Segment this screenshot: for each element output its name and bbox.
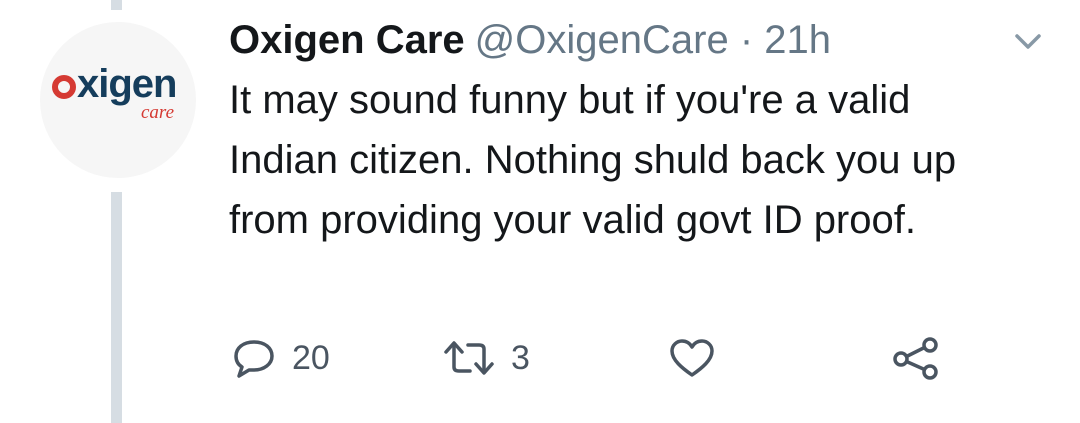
chevron-down-icon[interactable] [1010, 30, 1046, 54]
reply-icon [234, 340, 274, 378]
logo-o-ring [52, 75, 76, 99]
like-button[interactable] [668, 338, 716, 378]
logo-subtext: care [141, 102, 175, 123]
retweet-count: 3 [511, 338, 530, 377]
heart-icon [670, 339, 714, 377]
timestamp[interactable]: 21h [764, 18, 831, 62]
tweet-header: Oxigen Care @OxigenCare · 21h [229, 14, 831, 66]
retweet-icon [444, 341, 494, 375]
display-name[interactable]: Oxigen Care [229, 18, 465, 62]
tweet-text: It may sound funny but if you're a valid… [229, 78, 957, 242]
thread-line-top [111, 0, 122, 10]
thread-line-bottom [111, 192, 122, 423]
avatar[interactable]: xigen care [40, 22, 196, 178]
reply-button[interactable]: 20 [232, 338, 330, 378]
logo-text: xigen [77, 62, 177, 106]
avatar-logo: xigen [52, 62, 177, 107]
share-icon [893, 337, 938, 380]
user-handle[interactable]: @OxigenCare [475, 18, 729, 62]
retweet-button[interactable]: 3 [443, 338, 530, 378]
reply-count: 20 [292, 338, 330, 377]
separator-dot: · [739, 18, 754, 62]
share-button[interactable] [890, 337, 942, 380]
